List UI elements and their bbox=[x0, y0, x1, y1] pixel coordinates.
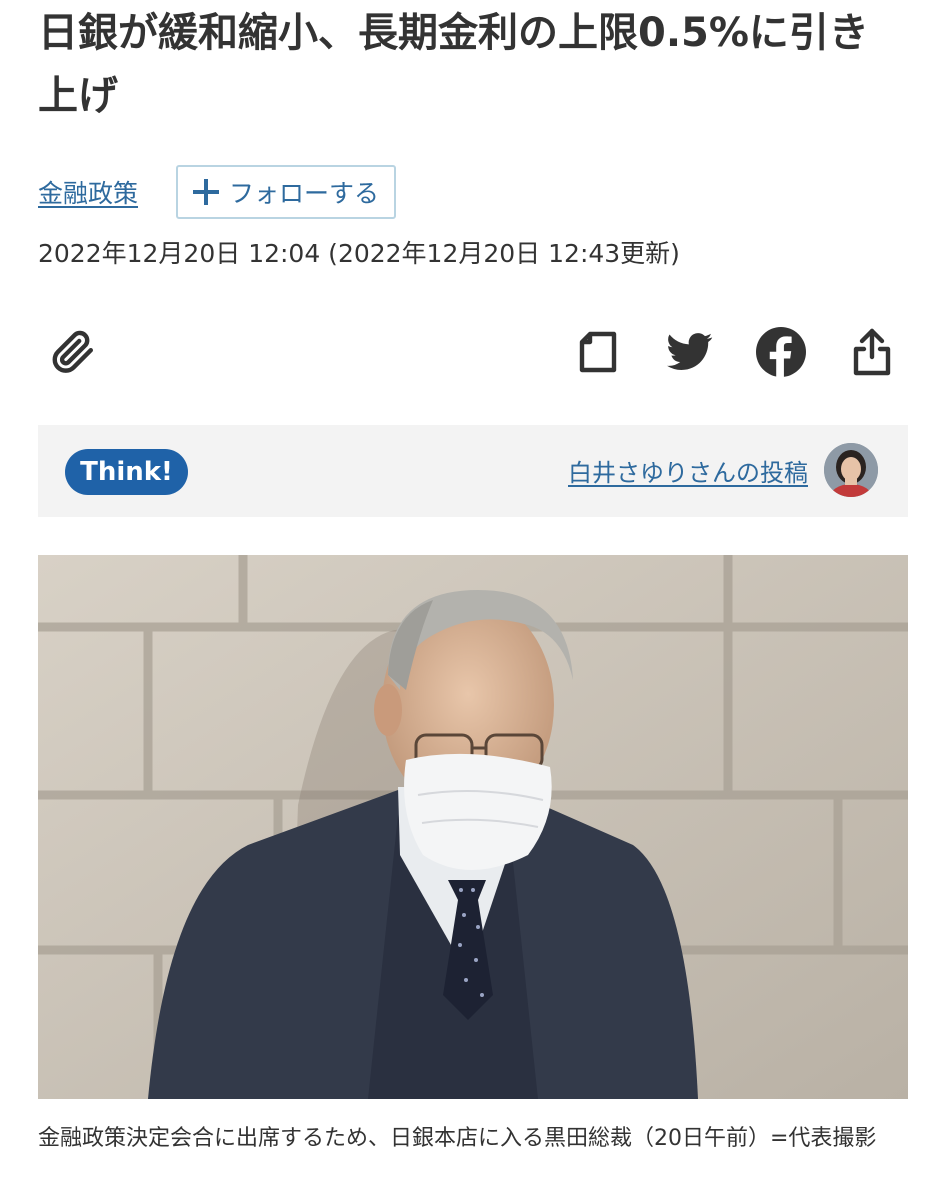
topic-link[interactable]: 金融政策 bbox=[38, 174, 138, 210]
share-icon[interactable] bbox=[840, 320, 904, 384]
article-actions bbox=[0, 320, 943, 384]
article-headline: 日銀が緩和縮小、長期金利の上限0.5%に引き上げ bbox=[38, 10, 869, 119]
follow-label: フォローする bbox=[229, 179, 380, 208]
avatar[interactable] bbox=[824, 443, 878, 497]
think-badge[interactable]: Think! bbox=[65, 449, 188, 495]
twitter-icon[interactable] bbox=[658, 320, 722, 384]
article-dateline: 2022年12月20日 12:04 (2022年12月20日 12:43更新) bbox=[38, 239, 680, 268]
think-author-link[interactable]: 白井さゆりさんの投稿 bbox=[568, 453, 808, 488]
follow-button[interactable]: フォローする bbox=[176, 165, 397, 219]
topic-row: 金融政策 フォローする bbox=[38, 165, 397, 219]
facebook-icon[interactable] bbox=[749, 320, 813, 384]
plus-icon bbox=[193, 179, 219, 205]
article-photo bbox=[38, 555, 908, 1099]
think-panel: Think! 白井さゆりさんの投稿 bbox=[38, 425, 908, 517]
photo-caption: 金融政策決定会合に出席するため、日銀本店に入る黒田総裁（20日午前）=代表撮影 bbox=[38, 1126, 877, 1151]
document-icon[interactable] bbox=[566, 320, 630, 384]
paperclip-icon[interactable] bbox=[40, 320, 104, 384]
